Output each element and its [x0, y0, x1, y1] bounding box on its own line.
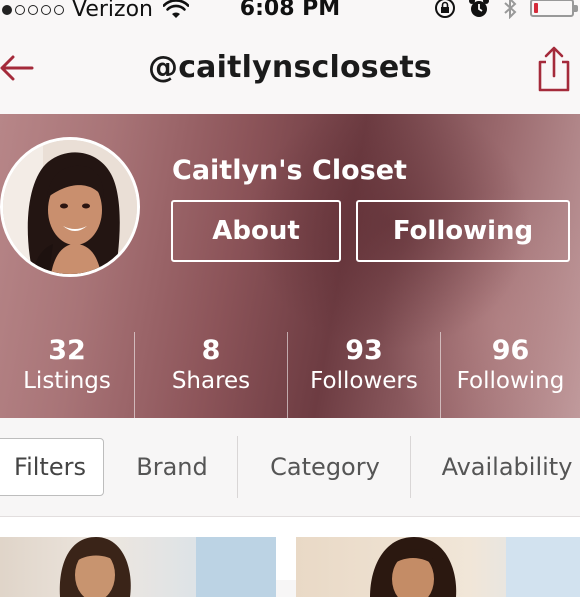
brand-filter[interactable]: Brand — [118, 438, 226, 496]
stat-followers[interactable]: 93 Followers — [288, 332, 440, 418]
stat-value: 32 — [48, 335, 86, 366]
profile-photo — [3, 140, 137, 274]
page-title: @caitlynsclosets — [148, 50, 432, 85]
filter-divider — [410, 436, 411, 498]
share-icon — [538, 46, 570, 92]
stat-following[interactable]: 96 Following — [441, 332, 580, 418]
listing-photo — [370, 537, 580, 597]
listing-card[interactable] — [0, 537, 276, 597]
profile-stats: 32 Listings 8 Shares 93 Followers 96 Fol… — [0, 332, 580, 418]
rotation-lock-icon — [435, 0, 455, 18]
battery-icon — [530, 0, 578, 17]
avatar[interactable] — [0, 137, 140, 277]
filters-button[interactable]: Filters — [0, 438, 104, 496]
stat-value: 96 — [491, 335, 530, 366]
status-bar: Verizon 6:08 PM — [0, 0, 580, 24]
about-button[interactable]: About — [171, 200, 341, 262]
listing-card[interactable] — [296, 537, 580, 597]
profile-header: Caitlyn's Closet About Following 32 List… — [0, 114, 580, 418]
filter-bar: Filters Brand Category Availability — [0, 418, 580, 517]
stat-label: Listings — [23, 368, 111, 394]
stat-label: Following — [456, 368, 565, 394]
stat-listings[interactable]: 32 Listings — [0, 332, 134, 418]
filter-divider — [237, 436, 238, 498]
profile-name: Caitlyn's Closet — [172, 155, 407, 186]
navigation-bar: @caitlynsclosets — [0, 24, 580, 115]
stat-value: 8 — [201, 335, 221, 366]
status-icons — [434, 0, 578, 19]
listings-grid — [0, 517, 580, 597]
stat-label: Followers — [310, 368, 418, 394]
bluetooth-icon — [504, 0, 517, 19]
following-button[interactable]: Following — [356, 200, 570, 262]
availability-filter[interactable]: Availability — [422, 438, 580, 496]
stat-shares[interactable]: 8 Shares — [135, 332, 287, 418]
share-button[interactable] — [534, 44, 574, 94]
listing-photo — [59, 537, 276, 597]
category-filter[interactable]: Category — [250, 438, 400, 496]
alarm-icon — [469, 0, 489, 17]
stat-value: 93 — [345, 335, 383, 366]
stat-label: Shares — [171, 368, 251, 394]
